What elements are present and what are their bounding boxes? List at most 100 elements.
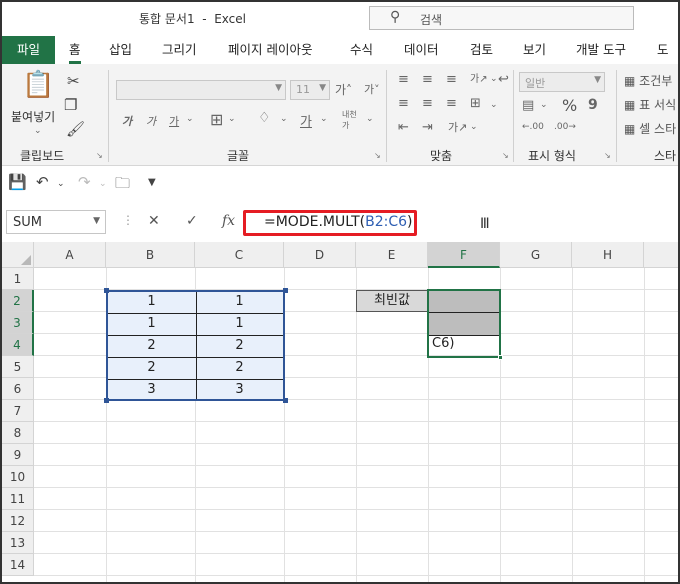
underline-icon[interactable]: 가 (169, 113, 179, 129)
orientation-icon[interactable]: 가↗ (470, 70, 488, 85)
cell-b6[interactable]: 3 (108, 379, 195, 401)
cell-b3[interactable]: 1 (108, 313, 195, 335)
cell-styles-button[interactable]: ▦ 셀 스타 (624, 120, 676, 137)
chevron-down-icon[interactable]: ⌄ (280, 114, 288, 124)
fill-handle[interactable] (498, 355, 503, 360)
format-as-table-button[interactable]: ▦ 표 서식 (624, 96, 676, 113)
align-left-icon[interactable]: ≡ (398, 96, 409, 111)
cut-icon[interactable]: ✂ (67, 72, 80, 90)
bold-icon[interactable]: 가 (122, 113, 132, 129)
phonetic-icon[interactable]: 내천 가 (342, 109, 357, 131)
customize-toolbar-icon[interactable]: ▼ (148, 177, 156, 188)
fill-color-icon[interactable]: ♢ (258, 110, 271, 126)
align-top-icon[interactable]: ≡ (398, 72, 409, 87)
chevron-down-icon[interactable]: ⌄ (490, 100, 498, 110)
text-angle-icon[interactable]: 가↗ (448, 119, 467, 135)
row-header-4[interactable]: 4 (2, 334, 34, 356)
font-launcher-icon[interactable]: ↘ (374, 151, 381, 160)
currency-icon[interactable]: ▤ (522, 98, 534, 113)
tab-draw[interactable]: 그리기 (162, 36, 197, 64)
paste-label[interactable]: 붙여넣기 (11, 108, 55, 125)
increase-decimal-icon[interactable]: ←.00 (522, 122, 544, 132)
decrease-indent-icon[interactable]: ⇤ (398, 120, 409, 135)
align-middle-icon[interactable]: ≡ (422, 72, 433, 87)
row-header-14[interactable]: 14 (2, 554, 34, 576)
row-header-6[interactable]: 6 (2, 378, 34, 400)
comma-icon[interactable]: 9 (588, 97, 598, 113)
name-box[interactable]: SUM ▼ (6, 210, 106, 234)
search-box[interactable]: ⚲ 검색 (369, 6, 634, 30)
range-handle[interactable] (283, 288, 288, 293)
undo-icon[interactable]: ↶ (36, 173, 49, 191)
row-header-12[interactable]: 12 (2, 510, 34, 532)
cell-c6[interactable]: 3 (196, 379, 283, 401)
tab-file[interactable]: 파일 (2, 36, 55, 64)
chevron-down-icon[interactable]: ⌄ (320, 114, 328, 124)
increase-font-icon[interactable]: 가˄ (335, 81, 352, 98)
align-bottom-icon[interactable]: ≡ (446, 72, 457, 87)
tab-data[interactable]: 데이터 (404, 36, 439, 64)
chevron-down-icon[interactable]: ⌄ (366, 114, 374, 124)
chevron-down-icon[interactable]: ⌄ (470, 122, 478, 132)
cell-b4[interactable]: 2 (108, 335, 195, 357)
number-format-combo[interactable]: 일반 ▼ (519, 72, 605, 92)
row-header-13[interactable]: 13 (2, 532, 34, 554)
column-header-b[interactable]: B (106, 242, 195, 268)
row-header-1[interactable]: 1 (2, 268, 34, 290)
conditional-format-button[interactable]: ▦ 조건부 (624, 72, 672, 89)
increase-indent-icon[interactable]: ⇥ (422, 120, 433, 135)
row-header-2[interactable]: 2 (2, 290, 34, 312)
formula-text[interactable]: =MODE.MULT(B2:C6) (264, 214, 413, 230)
insert-function-icon[interactable]: fx (222, 213, 235, 229)
merge-icon[interactable]: ⊞ (470, 96, 481, 111)
percent-icon[interactable]: % (562, 96, 577, 115)
decrease-decimal-icon[interactable]: .00→ (554, 122, 576, 132)
row-header-8[interactable]: 8 (2, 422, 34, 444)
enter-icon[interactable]: ✓ (186, 213, 198, 229)
chevron-down-icon[interactable]: ⌄ (490, 74, 498, 84)
column-header-d[interactable]: D (284, 242, 356, 268)
formula-bar-splitter[interactable]: ⋮ (122, 213, 134, 227)
font-color-icon[interactable]: 가 (300, 111, 312, 130)
folder-icon[interactable]: 🗀 (115, 173, 130, 198)
cell-b2[interactable]: 1 (108, 291, 195, 313)
chevron-down-icon[interactable]: ⌄ (540, 100, 548, 110)
redo-icon[interactable]: ↷ (78, 173, 91, 191)
alignment-launcher-icon[interactable]: ↘ (502, 151, 509, 160)
cancel-icon[interactable]: ✕ (148, 213, 160, 229)
tab-review[interactable]: 검토 (470, 36, 493, 64)
column-header-g[interactable]: G (500, 242, 572, 268)
chevron-down-icon[interactable]: ⌄ (57, 179, 65, 189)
number-launcher-icon[interactable]: ↘ (604, 151, 611, 160)
paste-icon[interactable]: 📋 (22, 70, 54, 100)
font-name-combo[interactable]: ▼ (116, 80, 286, 100)
tab-developer[interactable]: 개발 도구 (576, 36, 626, 64)
row-header-10[interactable]: 10 (2, 466, 34, 488)
tab-home[interactable]: 홈 (69, 36, 81, 64)
column-header-c[interactable]: C (195, 242, 284, 268)
row-header-11[interactable]: 11 (2, 488, 34, 510)
cell-f4-edit-text[interactable]: C6) (432, 336, 454, 351)
cell-b5[interactable]: 2 (108, 357, 195, 379)
clipboard-launcher-icon[interactable]: ↘ (96, 151, 103, 160)
tab-help[interactable]: 도움 (657, 36, 678, 85)
copy-icon[interactable]: ❐ (64, 96, 77, 114)
column-header-a[interactable]: A (34, 242, 106, 268)
tab-view[interactable]: 보기 (523, 36, 546, 64)
worksheet-grid[interactable]: A B C D E F G H 1 2 3 4 5 6 7 8 9 10 11 … (2, 242, 678, 582)
font-size-combo[interactable]: 11 ▼ (290, 80, 330, 100)
tab-page-layout[interactable]: 페이지 레이아웃 (228, 36, 312, 64)
chevron-down-icon[interactable]: ⌄ (99, 179, 107, 189)
tab-formulas[interactable]: 수식 (350, 36, 373, 64)
tab-insert[interactable]: 삽입 (109, 36, 132, 64)
column-header-e[interactable]: E (356, 242, 428, 268)
align-right-icon[interactable]: ≡ (446, 96, 457, 111)
format-painter-icon[interactable]: 🖌 (66, 120, 85, 138)
column-header-i[interactable] (644, 242, 678, 268)
paste-dropdown-icon[interactable]: ⌄ (34, 126, 42, 136)
row-header-9[interactable]: 9 (2, 444, 34, 466)
decrease-font-icon[interactable]: 가˅ (364, 81, 380, 97)
select-all-button[interactable] (2, 242, 34, 268)
cell-c3[interactable]: 1 (196, 313, 283, 335)
row-header-5[interactable]: 5 (2, 356, 34, 378)
